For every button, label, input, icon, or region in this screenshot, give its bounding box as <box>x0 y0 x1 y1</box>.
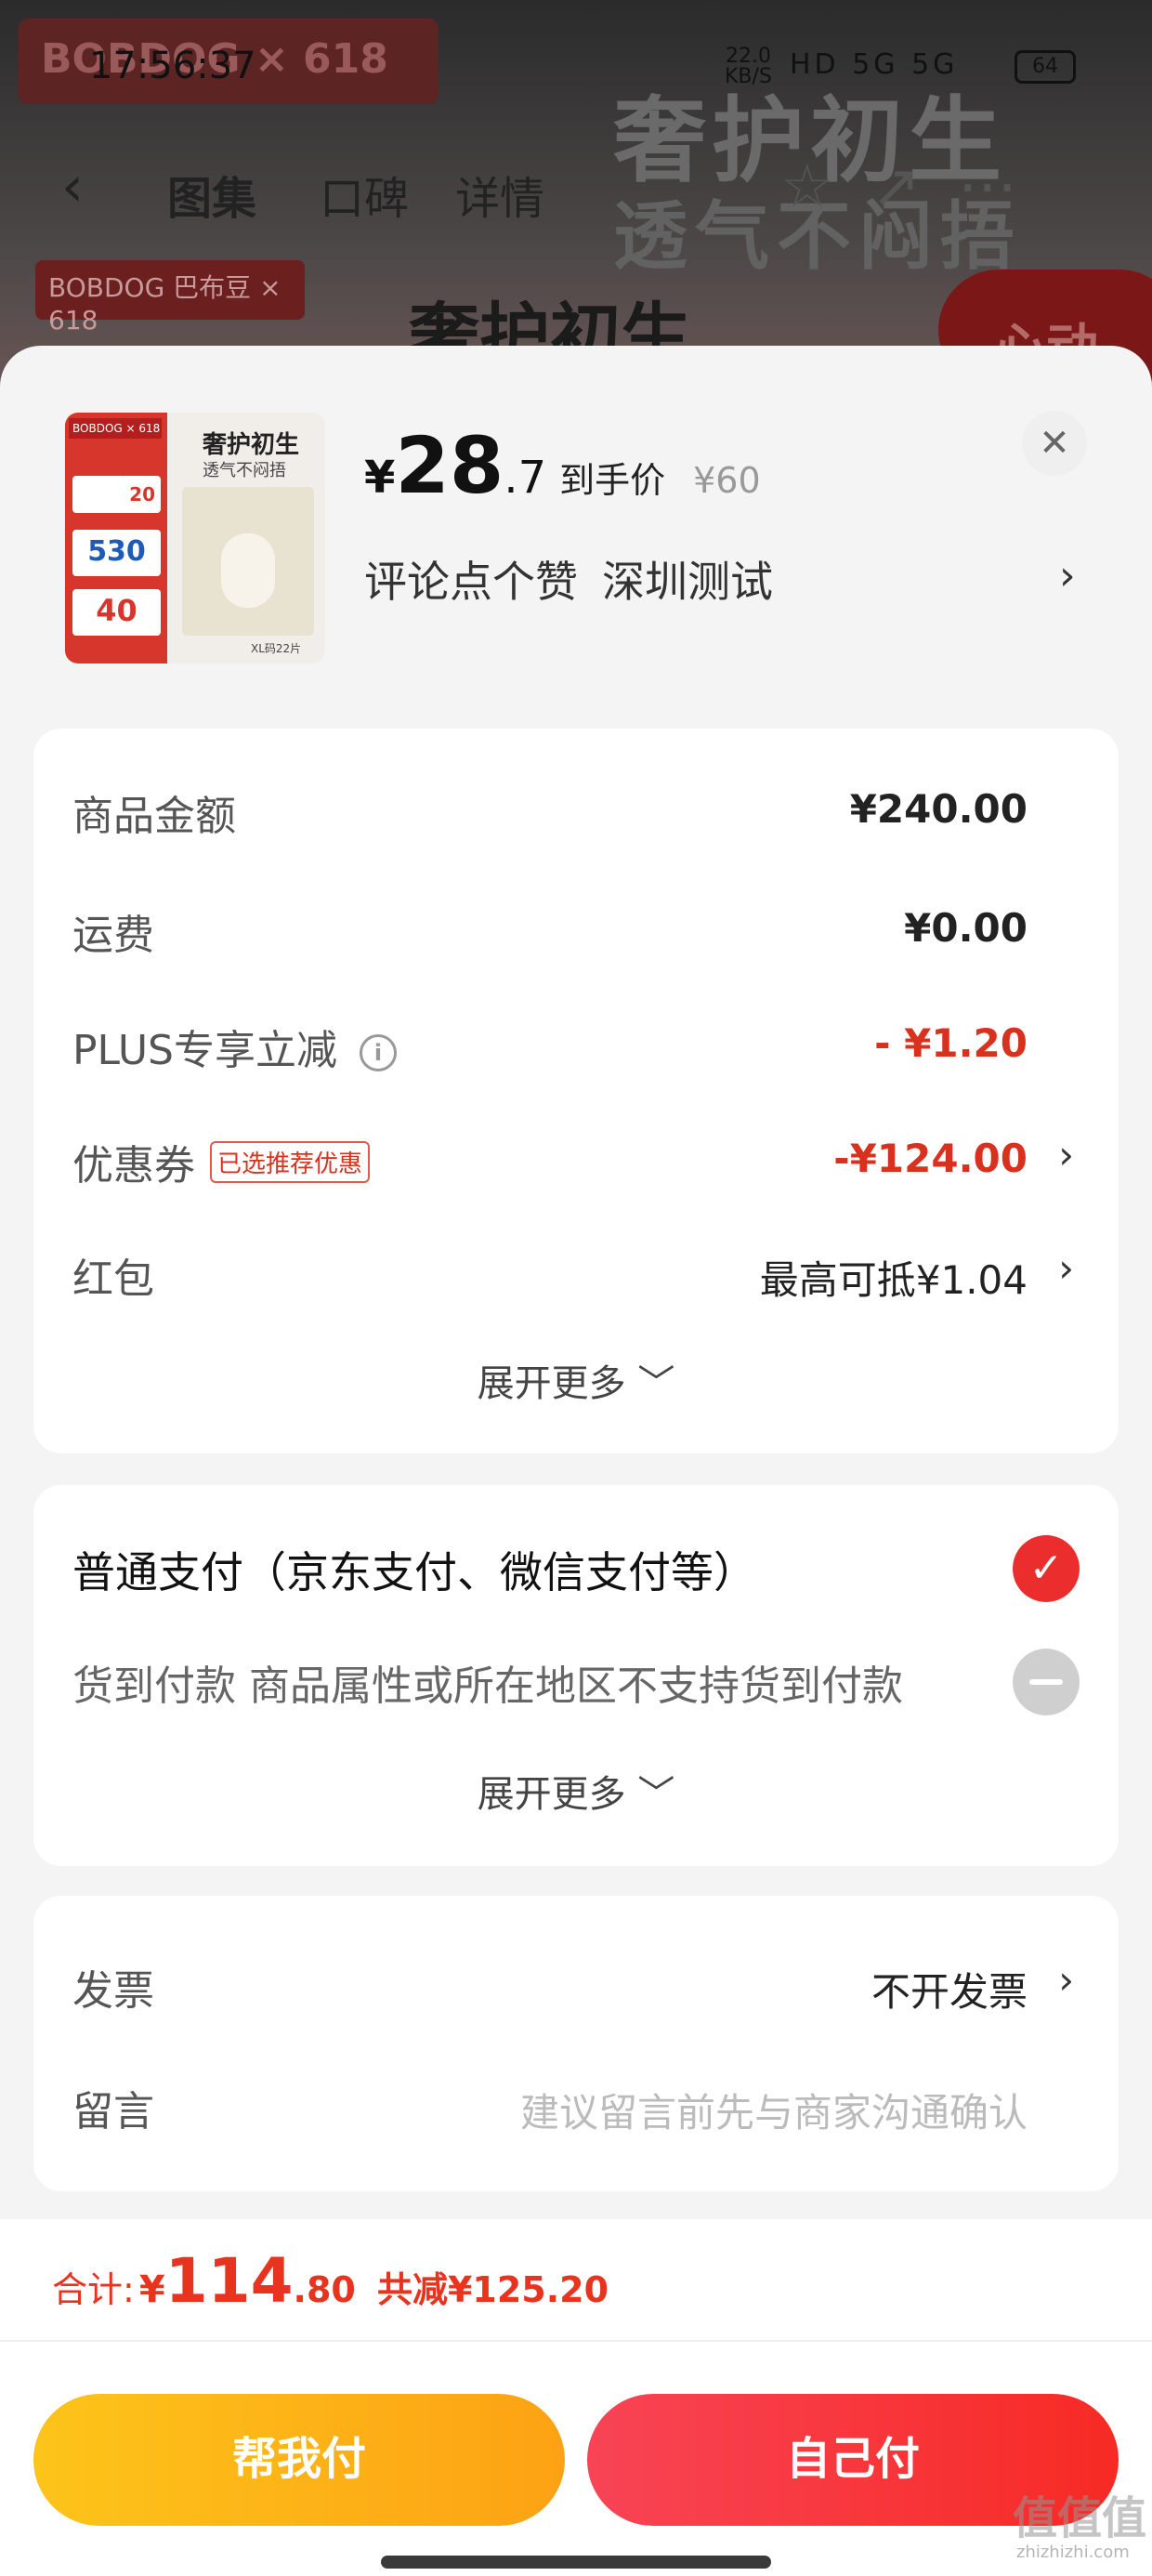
original-price: ¥60 <box>693 460 761 501</box>
price-decimal: .7 <box>504 452 547 504</box>
row-coupon[interactable]: 优惠券 已选推荐优惠 -¥124.00 › <box>72 1132 1074 1197</box>
row-plus-discount: PLUS专享立减 i - ¥1.20 <box>72 1020 1028 1074</box>
row-message[interactable]: 留言 建议留言前先与商家沟通确认 <box>72 2078 1074 2143</box>
spec-selector[interactable]: 评论点个赞 深圳测试 <box>364 548 773 610</box>
brand-badge-secondary: BOBDOG 巴布豆 × 618 <box>35 260 305 335</box>
favorite-icon[interactable]: ☆ <box>780 152 871 221</box>
share-icon[interactable]: ↗ <box>871 152 958 221</box>
price-integer: 28 <box>395 420 504 511</box>
message-input[interactable]: 建议留言前先与商家沟通确认 <box>520 2082 1028 2138</box>
home-indicator[interactable] <box>381 2556 771 2569</box>
payment-option-cod: 货到付款 商品属性或所在地区不支持货到付款 <box>72 1649 1080 1717</box>
tab-gallery[interactable]: 图集 <box>167 162 256 227</box>
baby-image <box>221 533 275 608</box>
row-shipping: 运费 ¥0.00 <box>72 905 1028 959</box>
thumb-size: XL码22片 <box>251 642 302 655</box>
order-total: 合计: ¥114.80 共减¥125.20 <box>52 2245 609 2317</box>
thumb-coupon: 40 <box>72 589 161 636</box>
close-icon: ✕ <box>1039 422 1070 465</box>
expand-more-button[interactable]: 展开更多 ﹀ <box>33 1353 1119 1407</box>
expand-more-button[interactable]: 展开更多 ﹀ <box>33 1764 1119 1818</box>
help-me-pay-button[interactable]: 帮我付 <box>33 2394 565 2526</box>
status-time: 17:56:37 <box>89 45 256 87</box>
spec-region: 深圳测试 <box>602 557 773 607</box>
back-icon[interactable]: ‹ <box>61 154 84 219</box>
price-row: ¥28.7 到手价 ¥60 <box>364 420 761 511</box>
product-thumbnail: BOBDOG × 618 20 530 40 奢护初生 透气不闷捂 XL码22片 <box>65 413 325 664</box>
more-icon[interactable]: ⋯ <box>958 152 1054 221</box>
checkout-bar: 合计: ¥114.80 共减¥125.20 帮我付 自己付 <box>0 2219 1152 2576</box>
background-page: BOBDOG × 618 奢护初生 透气不闷捂 17:56:37 22.0 KB… <box>0 0 1152 390</box>
row-red-packet[interactable]: 红包 最高可抵¥1.04 › <box>72 1245 1074 1310</box>
row-invoice[interactable]: 发票 不开发票 › <box>72 1957 1074 2022</box>
coupon-tag: 已选推荐优惠 <box>210 1141 371 1183</box>
info-icon[interactable]: i <box>360 1034 397 1071</box>
chevron-right-icon: › <box>1058 1245 1074 1291</box>
chevron-right-icon[interactable]: › <box>1059 552 1076 599</box>
payment-option-normal[interactable]: 普通支付（京东支付、微信支付等） ✓ <box>72 1535 1080 1604</box>
tab-reviews[interactable]: 口碑 <box>320 162 409 227</box>
chevron-down-icon: ﹀ <box>637 1773 675 1816</box>
invoice-message-card: 发票 不开发票 › 留言 建议留言前先与商家沟通确认 <box>33 1896 1119 2191</box>
thumb-coupon: 530 <box>72 530 161 576</box>
row-goods-amount: 商品金额 ¥240.00 <box>72 786 1028 840</box>
order-summary-card: 商品金额 ¥240.00 运费 ¥0.00 PLUS专享立减 i - ¥1.20 … <box>33 729 1119 1453</box>
check-icon[interactable]: ✓ <box>1013 1535 1080 1602</box>
spec-option: 评论点个赞 <box>364 557 578 607</box>
payment-method-card: 普通支付（京东支付、微信支付等） ✓ 货到付款 商品属性或所在地区不支持货到付款… <box>33 1485 1119 1866</box>
total-saved: 共减¥125.20 <box>376 2269 609 2310</box>
status-bar: 17:56:37 22.0 KB/S HD 5G 5G 64 <box>0 37 1152 102</box>
battery-icon: 64 <box>1015 50 1076 84</box>
thumb-subtitle: 透气不闷捂 <box>203 461 286 480</box>
chevron-right-icon: › <box>1058 1132 1074 1177</box>
thumb-coupon: 20 <box>72 476 161 513</box>
price-currency: ¥ <box>364 452 396 504</box>
thumb-title: 奢护初生 <box>203 431 300 459</box>
close-button[interactable]: ✕ <box>1022 411 1087 476</box>
product-summary: BOBDOG × 618 20 530 40 奢护初生 透气不闷捂 XL码22片… <box>0 346 1152 717</box>
tab-details[interactable]: 详情 <box>455 162 544 227</box>
thumb-brand-badge: BOBDOG × 618 <box>69 418 162 439</box>
product-navbar: ‹ 图集 口碑 详情 ☆↗⋯ <box>0 149 1152 232</box>
disabled-icon <box>1013 1649 1080 1715</box>
watermark-text: zhizhizhi.com <box>1016 2543 1130 2562</box>
watermark-logo: 值值值 <box>1013 2492 1147 2544</box>
network-speed: 22.0 KB/S <box>725 45 772 88</box>
chevron-right-icon: › <box>1058 1957 1074 2003</box>
checkout-sheet: BOBDOG × 618 20 530 40 奢护初生 透气不闷捂 XL码22片… <box>0 346 1152 2576</box>
price-label: 到手价 <box>559 460 666 501</box>
signal-icons: HD 5G 5G <box>790 48 959 81</box>
chevron-down-icon: ﹀ <box>637 1362 675 1405</box>
